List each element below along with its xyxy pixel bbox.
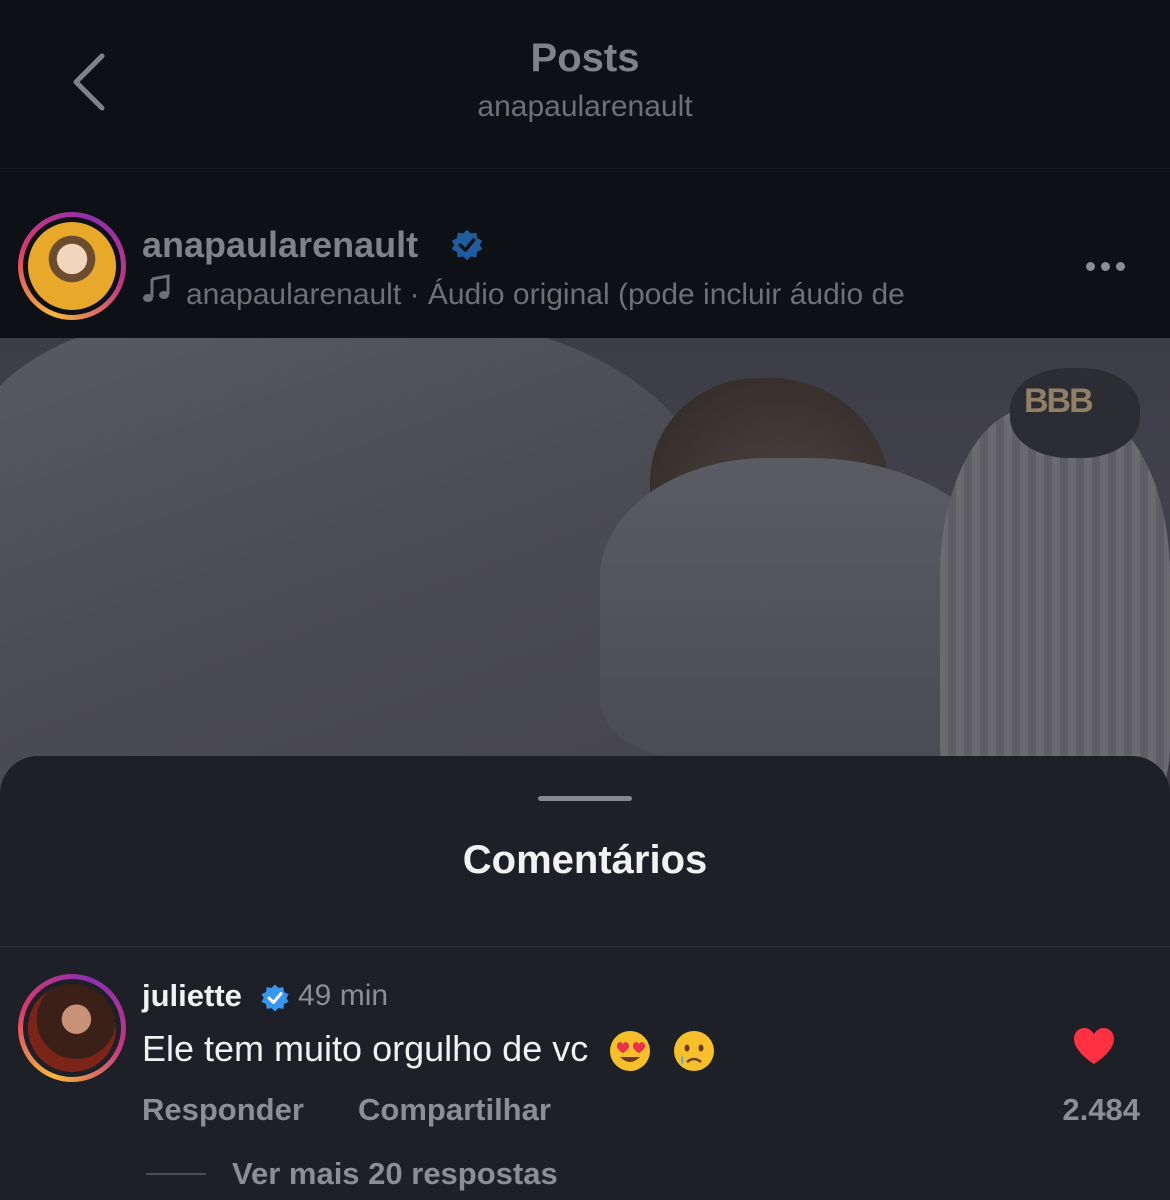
comment-text-row: Ele tem muito orgulho de vc (142, 1028, 716, 1073)
heart-eyes-emoji (610, 1031, 651, 1072)
avatar-photo (28, 222, 116, 310)
audio-text: anapaularenault · Áudio original (pode i… (186, 278, 905, 311)
view-more-replies-button[interactable]: Ver mais 20 respostas (232, 1156, 558, 1192)
comments-divider (0, 946, 1170, 947)
post-header: anapaularenault anapaularenault · Áudio … (0, 170, 1170, 338)
comments-title: Comentários (462, 838, 708, 882)
music-note-icon (143, 274, 170, 302)
sheet-grabber[interactable] (538, 796, 632, 801)
top-nav-bar: Posts anapaularenault (0, 0, 1170, 168)
header-divider (0, 168, 1170, 169)
post-media[interactable]: BBB (0, 338, 1170, 808)
avatar-photo (28, 984, 116, 1072)
commenter-username[interactable]: juliette (142, 978, 242, 1014)
media-lamp (940, 408, 1170, 808)
commenter-avatar[interactable] (18, 974, 126, 1082)
more-horizontal-icon[interactable] (1086, 258, 1134, 271)
author-avatar[interactable] (18, 212, 126, 320)
reply-button[interactable]: Responder (142, 1092, 304, 1128)
share-button[interactable]: Compartilhar (358, 1092, 551, 1128)
comment-time: 49 min (298, 979, 389, 1012)
comment-text: Ele tem muito orgulho de vc (142, 1028, 589, 1069)
comments-sheet: Comentários juliette 49 min Ele tem muit… (0, 756, 1170, 1200)
author-username[interactable]: anapaularenault (142, 224, 418, 266)
page-title: Posts (530, 36, 640, 80)
verified-badge-icon (261, 984, 289, 1012)
like-heart-icon[interactable] (1072, 1026, 1116, 1066)
page-subtitle: anapaularenault (477, 90, 693, 123)
media-watermark: BBB (1024, 382, 1094, 420)
replies-line (146, 1173, 206, 1175)
like-count: 2.484 (1062, 1092, 1140, 1127)
verified-badge-icon (451, 229, 483, 261)
audio-info[interactable]: anapaularenault · Áudio original (pode i… (142, 274, 905, 312)
crying-emoji (674, 1031, 715, 1072)
